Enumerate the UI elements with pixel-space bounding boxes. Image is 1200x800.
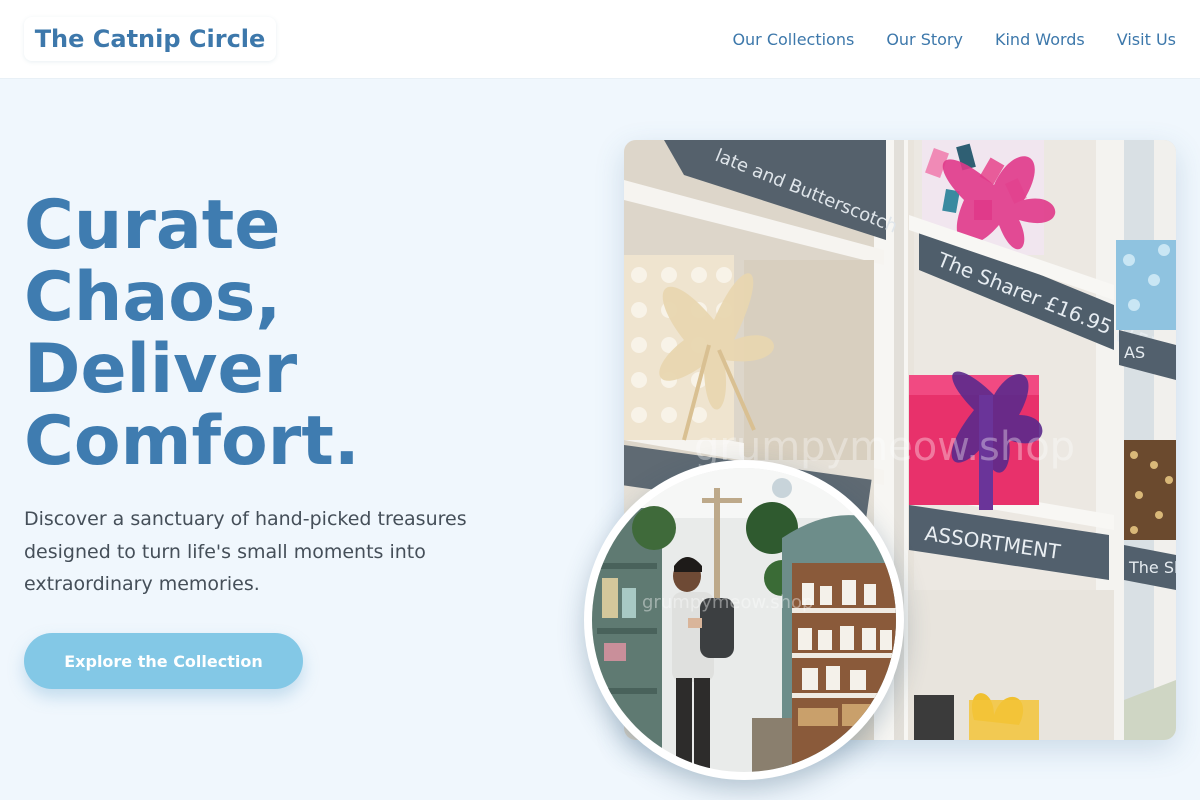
image-watermark: grumpymeow.shop — [642, 592, 813, 613]
hero-title: Curate Chaos, Deliver Comfort. — [24, 190, 564, 478]
shelf-label-text: AS — [1124, 343, 1145, 362]
hero-subtitle-line: extraordinary memories. — [24, 573, 260, 595]
hero-subtitle-line: designed to turn life's small moments in… — [24, 540, 426, 563]
hero-subtitle: Discover a sanctuary of hand-picked trea… — [24, 503, 524, 601]
site-header: The Catnip Circle Our Collections Our St… — [0, 0, 1200, 79]
nav-our-collections[interactable]: Our Collections — [732, 30, 854, 49]
hero-title-line: Comfort. — [24, 402, 360, 481]
nav-visit-us[interactable]: Visit Us — [1117, 30, 1176, 49]
hero-title-line: Curate — [24, 186, 281, 265]
hero-round-photo: grumpymeow.shop — [584, 460, 904, 780]
hero-subtitle-line: Discover a sanctuary of hand-picked trea… — [24, 508, 467, 530]
site-logo[interactable]: The Catnip Circle — [24, 17, 276, 61]
hero-title-line: Deliver — [24, 330, 298, 409]
main-nav: Our Collections Our Story Kind Words Vis… — [732, 0, 1176, 79]
explore-collection-button[interactable]: Explore the Collection — [24, 633, 303, 689]
shopper-image: grumpymeow.shop — [592, 468, 896, 772]
shelf-label-text: The Sh — [1128, 558, 1176, 577]
nav-our-story[interactable]: Our Story — [886, 30, 963, 49]
hero-title-line: Chaos, — [24, 258, 282, 337]
nav-kind-words[interactable]: Kind Words — [995, 30, 1085, 49]
